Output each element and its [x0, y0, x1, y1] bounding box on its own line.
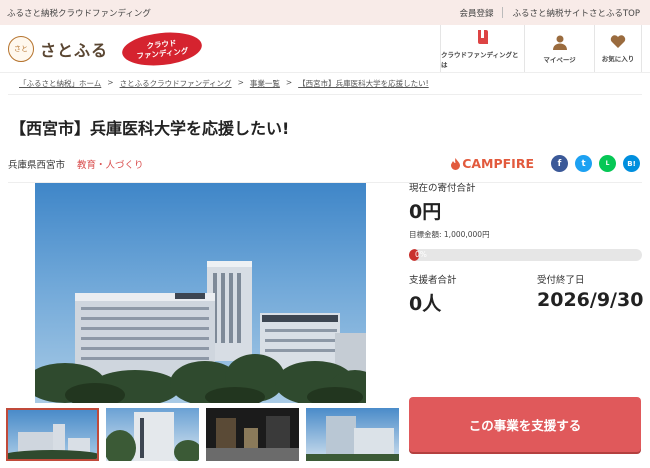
nav-about[interactable]: クラウドファンディングとは [440, 25, 524, 72]
supporters-value: 0人 [409, 293, 442, 315]
support-button[interactable]: この事業を支援する [409, 397, 641, 452]
project-meta: 兵庫県西宮市 教育・人づくり CAMPFIRE f t L B! [0, 139, 650, 172]
hero-image [35, 183, 366, 403]
hatena-share-icon[interactable]: B! [623, 155, 640, 172]
top-bar: ふるさと納税クラウドファンディング 会員登録 ふるさと納税サイトさとふるTOP [0, 0, 650, 25]
funding-panel: 現在の寄付合計 0円 目標金額: 1,000,000円 0% 支援者合計 0人 … [409, 180, 644, 316]
register-link[interactable]: 会員登録 [459, 7, 493, 19]
breadcrumb-crowdfunding[interactable]: さとふるクラウドファンディング [120, 78, 232, 89]
thumbnail-3[interactable] [206, 408, 299, 461]
facebook-share-icon[interactable]: f [551, 155, 568, 172]
supporters-label: 支援者合計 [409, 275, 457, 286]
twitter-share-icon[interactable]: t [575, 155, 592, 172]
book-icon [477, 29, 488, 44]
nav-favorites[interactable]: お気に入り [594, 25, 642, 72]
flame-icon [451, 157, 461, 170]
page-title: 【西宮市】兵庫医科大学を応援したい! [10, 119, 290, 138]
project-location: 兵庫県西宮市 [8, 159, 66, 171]
satofull-top-link[interactable]: ふるさと納税サイトさとふるTOP [512, 7, 640, 19]
breadcrumb-home[interactable]: 「ふるさと納税」ホーム [19, 78, 101, 89]
thumbnail-strip [6, 408, 406, 461]
divider [502, 7, 504, 18]
site-logo[interactable]: さと さとふる [8, 35, 109, 62]
project-category[interactable]: 教育・人づくり [77, 157, 144, 171]
logo-mark: さと [8, 35, 34, 62]
current-amount-value: 0円 [409, 201, 442, 223]
thumbnail-1[interactable] [6, 408, 99, 461]
breadcrumb-wrap: 「ふるさと納税」ホーム > さとふるクラウドファンディング > 事業一覧 > 【… [0, 73, 650, 95]
site-label: ふるさと納税クラウドファンディング [7, 8, 151, 19]
campfire-logo: CAMPFIRE [451, 156, 534, 171]
top-links: 会員登録 ふるさと納税サイトさとふるTOP [459, 7, 640, 19]
progress-text: 0% [415, 250, 427, 259]
current-amount-label: 現在の寄付合計 [409, 183, 476, 194]
goal-amount: 目標金額: 1,000,000円 [409, 230, 490, 239]
person-icon [552, 35, 567, 50]
thumbnail-4[interactable] [306, 408, 399, 461]
line-share-icon[interactable]: L [599, 155, 616, 172]
thumbnail-2[interactable] [106, 408, 199, 461]
header-nav: クラウドファンディングとは マイページ お気に入り [440, 25, 642, 72]
deadline-value: 2026/9/30 [537, 289, 644, 311]
nav-mypage[interactable]: マイページ [524, 25, 594, 72]
breadcrumb-current[interactable]: 【西宮市】兵庫医科大学を応援したい! [298, 78, 429, 89]
breadcrumb: 「ふるさと納税」ホーム > さとふるクラウドファンディング > 事業一覧 > 【… [8, 76, 642, 95]
breadcrumb-list[interactable]: 事業一覧 [250, 78, 280, 89]
progress-bar: 0% [409, 249, 642, 261]
crowdfunding-badge[interactable]: クラウド ファンディング [120, 28, 204, 69]
funding-stats: 支援者合計 0人 受付終了日 2026/9/30 [409, 272, 644, 316]
deadline-label: 受付終了日 [537, 275, 585, 286]
heart-icon [610, 35, 626, 48]
logo-text: さとふる [40, 40, 109, 60]
site-header: さと さとふる クラウド ファンディング クラウドファンディングとは マイページ… [0, 25, 650, 73]
